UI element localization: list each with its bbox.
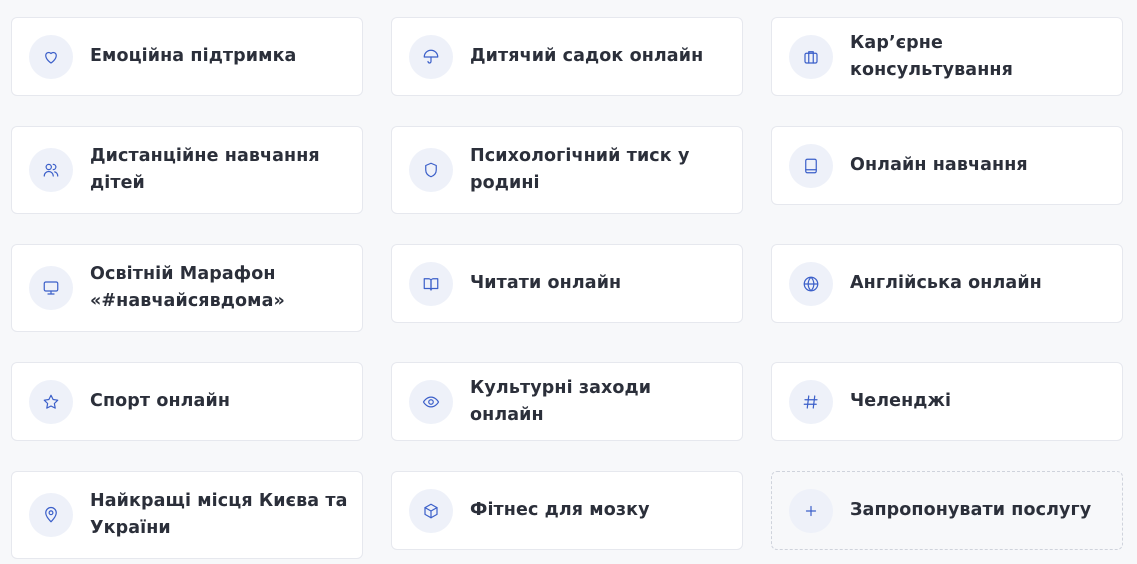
service-label: Кар’єрне консультування bbox=[850, 32, 1013, 80]
service-label: Челенджі bbox=[850, 391, 952, 411]
service-card-challenges[interactable]: Челенджі bbox=[771, 362, 1123, 441]
service-card-career[interactable]: Кар’єрне консультування bbox=[771, 17, 1123, 96]
service-card-family-pressure[interactable]: Психологічний тиск у родині bbox=[391, 126, 743, 214]
service-card-cultural-events[interactable]: Культурні заходи онлайн bbox=[391, 362, 743, 441]
service-label: Онлайн навчання bbox=[850, 155, 1028, 175]
service-card-sport-online[interactable]: Спорт онлайн bbox=[11, 362, 363, 441]
service-label: Психологічний тиск у родині bbox=[470, 146, 690, 193]
service-card-best-places[interactable]: Найкращі місця Києва та України bbox=[11, 471, 363, 559]
suggest-service-label: Запропонувати послугу bbox=[850, 500, 1092, 520]
service-card-brain-fitness[interactable]: Фітнес для мозку bbox=[391, 471, 743, 550]
star-icon bbox=[29, 379, 73, 424]
cube-icon bbox=[409, 488, 453, 533]
open-book-icon bbox=[409, 261, 453, 306]
umbrella-icon bbox=[409, 34, 453, 79]
service-label: Фітнес для мозку bbox=[470, 500, 650, 520]
services-grid: Емоційна підтримка Дитячий садок онлайн … bbox=[0, 0, 1137, 564]
service-card-distance-learning[interactable]: Дистанційне навчання дітей bbox=[11, 126, 363, 214]
service-label: Емоційна підтримка bbox=[90, 46, 297, 66]
briefcase-icon bbox=[789, 34, 833, 79]
service-label: Дитячий садок онлайн bbox=[470, 46, 704, 66]
service-label: Освітній Марафон «#навчайсявдома» bbox=[90, 264, 285, 311]
hash-icon bbox=[789, 379, 833, 424]
service-card-education-marathon[interactable]: Освітній Марафон «#навчайсявдома» bbox=[11, 244, 363, 332]
map-pin-icon bbox=[29, 493, 73, 537]
service-card-english-online[interactable]: Англійська онлайн bbox=[771, 244, 1123, 323]
service-label: Культурні заходи онлайн bbox=[470, 377, 652, 425]
service-card-online-learning[interactable]: Онлайн навчання bbox=[771, 126, 1123, 205]
eye-icon bbox=[409, 379, 453, 424]
service-label: Англійська онлайн bbox=[850, 273, 1042, 293]
suggest-service-button[interactable]: Запропонувати послугу bbox=[771, 471, 1123, 550]
monitor-icon bbox=[29, 266, 73, 310]
plus-icon bbox=[789, 488, 833, 533]
shield-icon bbox=[409, 148, 453, 192]
users-icon bbox=[29, 148, 73, 192]
heart-icon bbox=[29, 34, 73, 79]
book-icon bbox=[789, 143, 833, 188]
service-card-kindergarten[interactable]: Дитячий садок онлайн bbox=[391, 17, 743, 96]
service-card-emotional-support[interactable]: Емоційна підтримка bbox=[11, 17, 363, 96]
service-label: Дистанційне навчання дітей bbox=[90, 146, 320, 193]
globe-icon bbox=[789, 261, 833, 306]
service-label: Спорт онлайн bbox=[90, 391, 231, 411]
service-label: Найкращі місця Києва та України bbox=[90, 491, 348, 538]
service-label: Читати онлайн bbox=[470, 273, 622, 293]
service-card-read-online[interactable]: Читати онлайн bbox=[391, 244, 743, 323]
